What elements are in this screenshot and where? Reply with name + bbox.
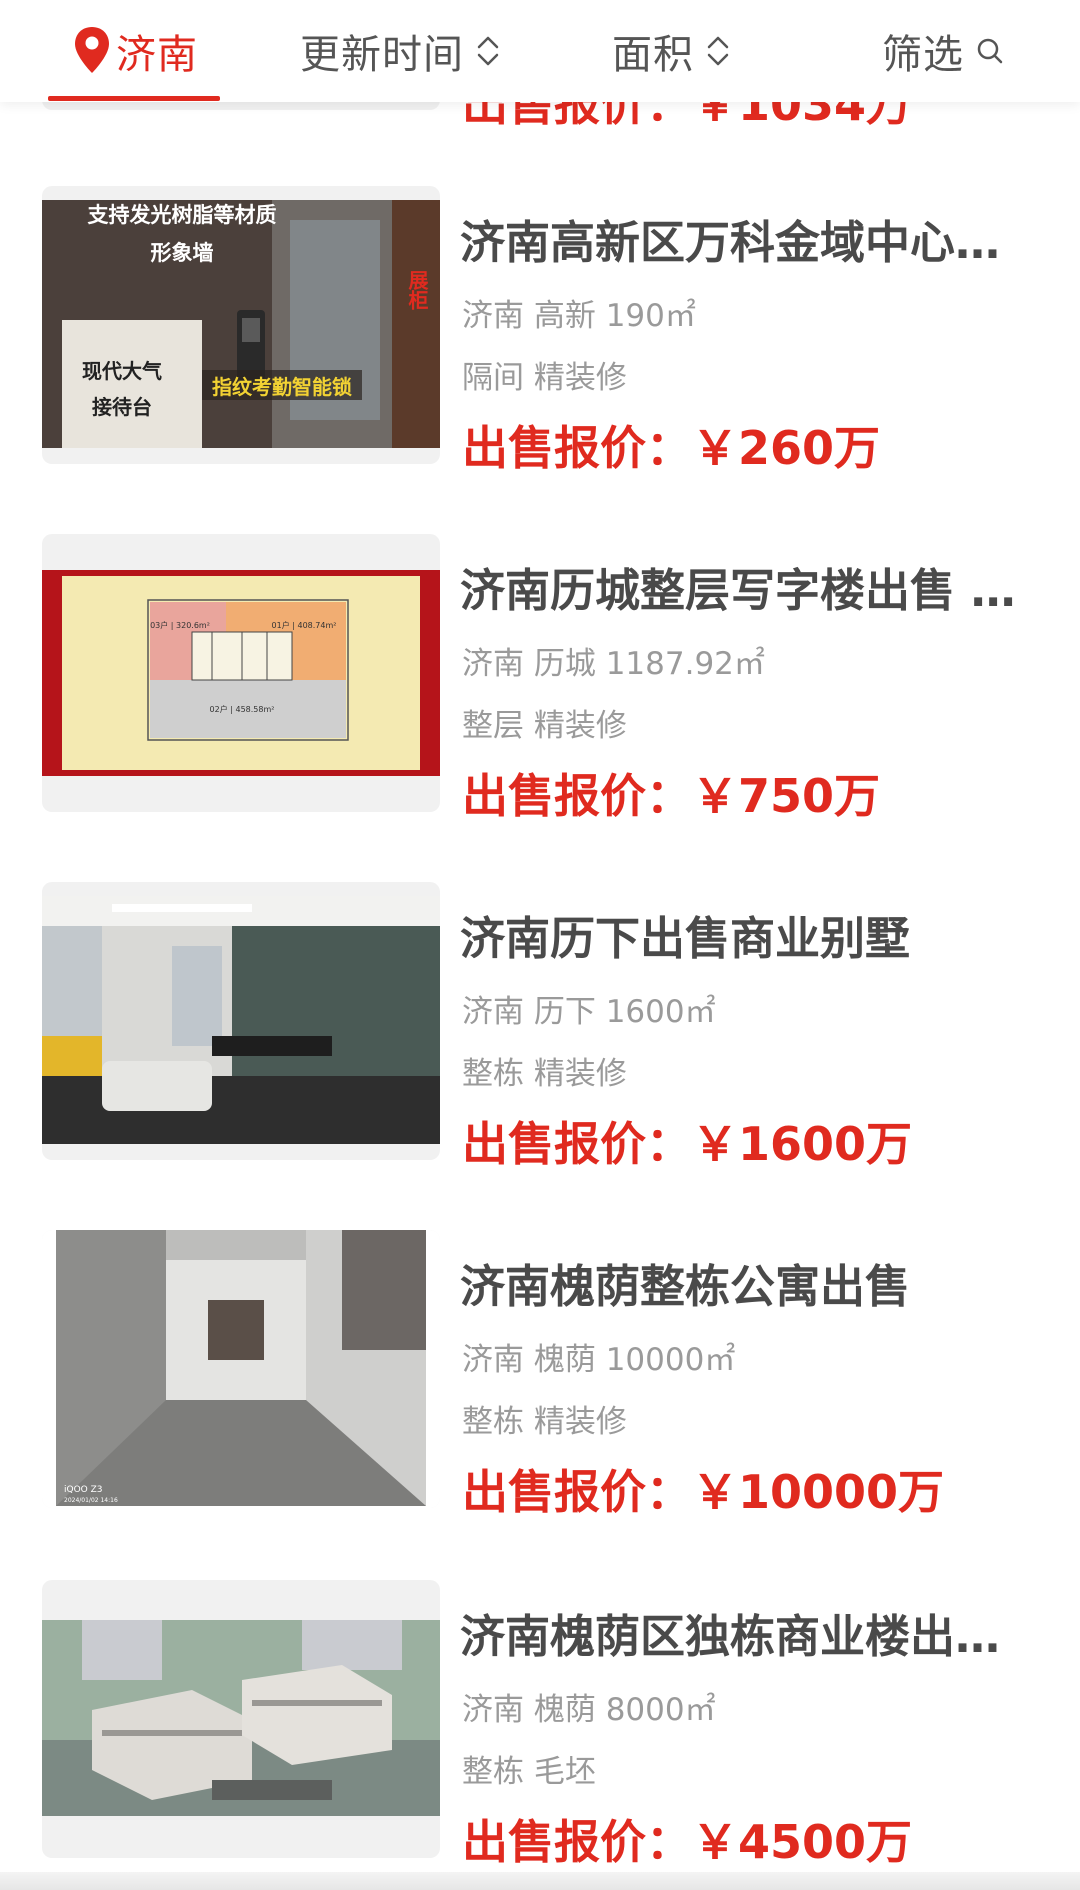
- listing-detail: 整层 精装修: [462, 708, 627, 744]
- listing-thumbnail[interactable]: 支持发光树脂等材质 形象墙 现代大气 接待台 指纹考勤智能锁 展柜: [42, 186, 440, 464]
- listing-card[interactable]: 济南历下出售商业别墅 济南 历下 1600㎡ 整栋 精装修 出售报价：￥1600…: [0, 882, 1080, 1172]
- listing-detail: 整栋 精装修: [462, 1404, 627, 1440]
- villa-interior-photo: [42, 896, 440, 1144]
- listing-price: 出售报价：￥260万: [462, 421, 881, 475]
- svg-text:指纹考勤智能锁: 指纹考勤智能锁: [212, 375, 352, 399]
- svg-text:03户 | 320.6m²: 03户 | 320.6m²: [150, 620, 210, 630]
- listing-price: 出售报价：￥4500万: [462, 1815, 913, 1869]
- filter-label: 筛选: [882, 32, 964, 78]
- sort-by-update-time-tab[interactable]: 更新时间: [300, 0, 502, 102]
- listing-price: 出售报价：￥750万: [462, 769, 881, 823]
- sort-by-area-tab[interactable]: 面积: [612, 0, 732, 102]
- svg-text:iQOO Z3: iQOO Z3: [64, 1485, 103, 1495]
- active-tab-indicator: [48, 96, 220, 101]
- bottom-edge: [0, 1872, 1080, 1890]
- search-icon: [977, 38, 1003, 64]
- listing-location: 济南 历城 1187.92㎡: [462, 646, 765, 682]
- listing-card[interactable]: 支持发光树脂等材质 形象墙 现代大气 接待台 指纹考勤智能锁 展柜 济南高新区万…: [0, 186, 1080, 476]
- listing-detail: 隔间 精装修: [462, 360, 627, 396]
- svg-text:接待台: 接待台: [92, 395, 152, 419]
- filter-tab[interactable]: 筛选: [882, 0, 1006, 102]
- listing-price: 出售报价：￥10000万: [462, 1465, 945, 1519]
- sort-arrows-icon: [707, 36, 729, 66]
- location-pin-icon: [75, 27, 109, 73]
- svg-text:形象墙: 形象墙: [151, 241, 214, 265]
- listing-card[interactable]: 03户 | 320.6m² 01户 | 408.74m² 02户 | 458.5…: [0, 534, 1080, 824]
- svg-text:展柜: 展柜: [405, 270, 429, 311]
- svg-text:2024/01/02 14:16: 2024/01/02 14:16: [64, 1497, 118, 1504]
- listing-title[interactable]: 济南高新区万科金域中心…: [460, 206, 1020, 271]
- listing-location: 济南 历下 1600㎡: [462, 994, 716, 1030]
- listing-thumbnail[interactable]: 03户 | 320.6m² 01户 | 408.74m² 02户 | 458.5…: [42, 534, 440, 812]
- svg-text:01户 | 408.74m²: 01户 | 408.74m²: [272, 620, 337, 630]
- listing-title[interactable]: 济南槐荫区独栋商业楼出…: [460, 1600, 1020, 1665]
- listing-title[interactable]: 济南槐荫整栋公寓出售: [460, 1250, 1020, 1315]
- listing-location: 济南 槐荫 10000㎡: [462, 1342, 736, 1378]
- filter-bar: 济南 更新时间 面积 筛选: [0, 0, 1080, 102]
- listing-detail: 整栋 毛坯: [462, 1754, 596, 1790]
- floor-plan-photo: 03户 | 320.6m² 01户 | 408.74m² 02户 | 458.5…: [42, 570, 440, 776]
- apartment-corridor-photo: iQOO Z3 2024/01/02 14:16: [42, 1230, 440, 1508]
- listing-location: 济南 高新 190㎡: [462, 298, 696, 334]
- svg-text:02户 | 458.58m²: 02户 | 458.58m²: [210, 704, 275, 714]
- listing-detail: 整栋 精装修: [462, 1056, 627, 1092]
- listing-card[interactable]: 济南槐荫区独栋商业楼出… 济南 槐荫 8000㎡ 整栋 毛坯 出售报价：￥450…: [0, 1580, 1080, 1870]
- listing-price: 出售报价：￥1600万: [462, 1117, 913, 1171]
- sort-arrows-icon: [477, 36, 499, 66]
- svg-text:现代大气: 现代大气: [82, 359, 162, 383]
- listing-location: 济南 槐荫 8000㎡: [462, 1692, 716, 1728]
- commercial-building-photo: [42, 1620, 440, 1816]
- sort-area-label: 面积: [612, 32, 694, 78]
- city-selector-tab[interactable]: 济南: [72, 0, 198, 102]
- sort-time-label: 更新时间: [300, 32, 464, 78]
- listing-thumbnail[interactable]: iQOO Z3 2024/01/02 14:16: [42, 1230, 440, 1508]
- office-entrance-photo: 支持发光树脂等材质 形象墙 现代大气 接待台 指纹考勤智能锁 展柜: [42, 200, 440, 448]
- listing-title[interactable]: 济南历城整层写字楼出售 …: [460, 554, 1020, 619]
- svg-text:支持发光树脂等材质: 支持发光树脂等材质: [88, 203, 277, 227]
- listing-title[interactable]: 济南历下出售商业别墅: [460, 902, 1020, 967]
- city-label: 济南: [116, 32, 198, 78]
- listing-thumbnail[interactable]: [42, 1580, 440, 1858]
- listing-thumbnail[interactable]: [42, 882, 440, 1160]
- listing-card[interactable]: iQOO Z3 2024/01/02 14:16 济南槐荫整栋公寓出售 济南 槐…: [0, 1230, 1080, 1520]
